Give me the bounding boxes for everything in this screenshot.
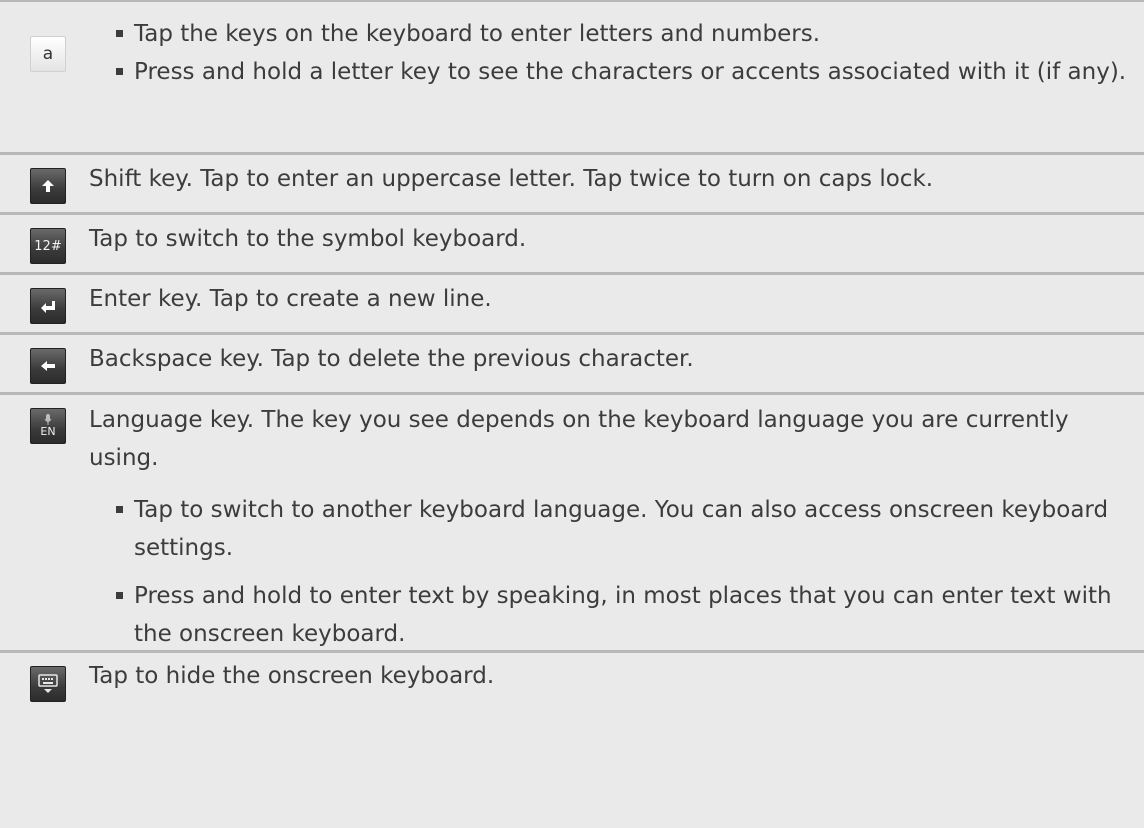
shift-arrow-icon: [30, 168, 66, 204]
up-arrow-icon: [42, 180, 54, 192]
keyboard-keys-table: a Tap the keys on the keyboard to enter …: [0, 0, 1144, 828]
table-row-language-key: EN Language key. The key you see depends…: [0, 395, 1144, 653]
keyboard-down-icon: [38, 674, 58, 693]
letter-a-key: a: [30, 36, 66, 72]
backspace-key-description: Backspace key. Tap to delete the previou…: [89, 346, 694, 372]
language-key: EN: [30, 408, 66, 444]
letter-key-bullets: Tap the keys on the keyboard to enter le…: [116, 15, 1134, 91]
language-key-description: Language key. The key you see depends on…: [89, 407, 1069, 471]
table-row-shift-key: Shift key. Tap to enter an uppercase let…: [0, 155, 1144, 215]
bullet-square-icon: [116, 30, 123, 37]
table-row-hide-keyboard-key: Tap to hide the onscreen keyboard.: [0, 653, 1144, 828]
table-row-enter-key: Enter key. Tap to create a new line.: [0, 275, 1144, 335]
hide-keyboard-description: Tap to hide the onscreen keyboard.: [89, 663, 495, 689]
bullet-square-icon: [116, 506, 123, 513]
language-code: EN: [40, 425, 56, 438]
table-row-backspace-key: Backspace key. Tap to delete the previou…: [0, 335, 1144, 395]
table-row-letter-key: a Tap the keys on the keyboard to enter …: [0, 2, 1144, 155]
enter-arrow-icon: [30, 288, 66, 324]
shift-key-description: Shift key. Tap to enter an uppercase let…: [89, 166, 934, 192]
symbol-key-description: Tap to switch to the symbol keyboard.: [89, 226, 527, 252]
return-arrow-icon: [41, 301, 55, 313]
left-arrow-icon: [41, 361, 55, 371]
enter-key-description: Enter key. Tap to create a new line.: [89, 286, 492, 312]
list-item: Tap the keys on the keyboard to enter le…: [116, 15, 1134, 53]
symbol-key: 12#: [30, 228, 66, 264]
hide-keyboard-icon: [30, 666, 66, 702]
list-item: Tap to switch to another keyboard langua…: [116, 491, 1134, 567]
list-item: Press and hold to enter text by speaking…: [116, 577, 1134, 653]
language-key-bullets: Tap to switch to another keyboard langua…: [116, 491, 1134, 653]
backspace-arrow-icon: [30, 348, 66, 384]
bullet-square-icon: [116, 68, 123, 75]
list-item: Press and hold a letter key to see the c…: [116, 53, 1134, 91]
bullet-square-icon: [116, 592, 123, 599]
table-row-symbol-key: 12# Tap to switch to the symbol keyboard…: [0, 215, 1144, 275]
